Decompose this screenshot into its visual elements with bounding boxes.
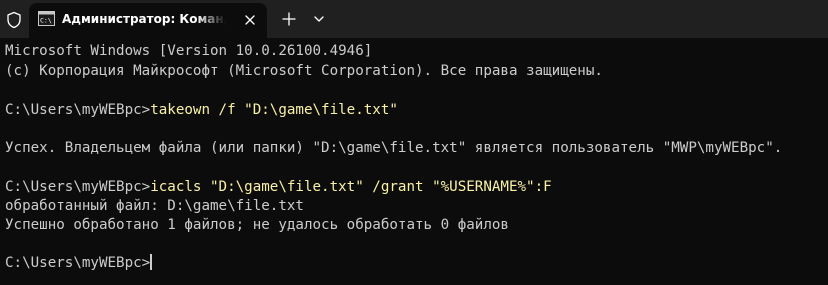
output-line: Успешно обработано 1 файлов; не удалось … [5, 217, 509, 233]
chevron-down-icon[interactable] [309, 8, 329, 30]
header-line: Microsoft Windows [Version 10.0.26100.49… [5, 43, 373, 59]
command-text: icacls "D:\game\file.txt" /grant "%USERN… [150, 179, 552, 195]
terminal-output[interactable]: Microsoft Windows [Version 10.0.26100.49… [0, 38, 828, 285]
shield-icon [4, 10, 24, 30]
tab-command-prompt[interactable]: C:\ Администратор: Командная строка [29, 3, 267, 38]
output-line: обработанный файл: D:\game\file.txt [5, 198, 304, 214]
prompt: C:\Users\myWEBpc> [5, 102, 151, 118]
command-text: takeown /f "D:\game\file.txt" [150, 102, 398, 118]
prompt: C:\Users\myWEBpc> [5, 179, 151, 195]
input-line[interactable]: C:\Users\myWEBpc> [5, 254, 153, 273]
output-line: Успех. Владельцем файла (или папки) "D:\… [5, 140, 783, 156]
title-bar: C:\ Администратор: Командная строка [0, 0, 828, 38]
terminal-window: C:\ Администратор: Командная строка Micr… [0, 0, 828, 285]
copyright-line: (c) Корпорация Майкрософт (Microsoft Cor… [5, 63, 603, 79]
svg-text:C:\: C:\ [40, 17, 52, 25]
command-line: C:\Users\myWEBpc>takeown /f "D:\game\fil… [5, 101, 398, 120]
text-cursor [150, 254, 153, 270]
close-icon[interactable] [242, 12, 258, 28]
tab-title: Администратор: Командная строка [62, 12, 226, 26]
prompt: C:\Users\myWEBpc> [5, 255, 151, 271]
plus-icon[interactable] [278, 8, 300, 30]
command-line: C:\Users\myWEBpc>icacls "D:\game\file.tx… [5, 178, 552, 197]
cmd-icon: C:\ [38, 11, 55, 26]
